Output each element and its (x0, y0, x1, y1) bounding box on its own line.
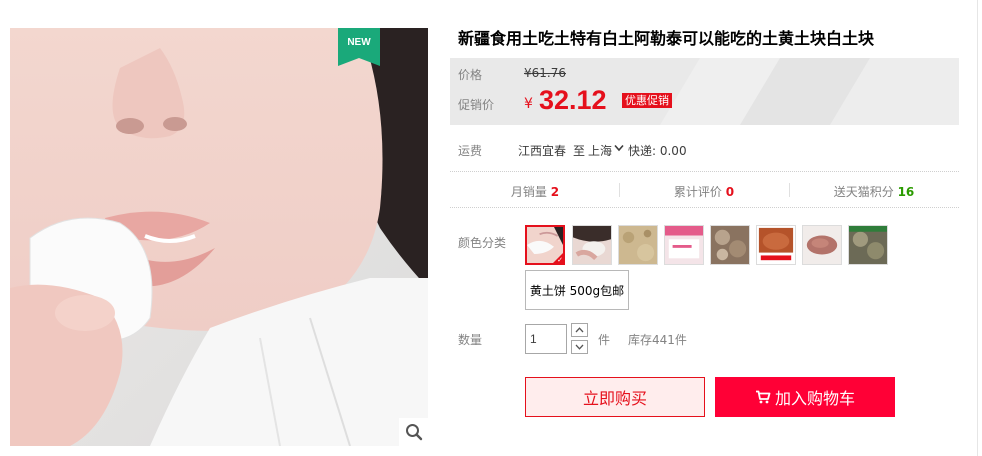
tmall-points: 送天猫积分 16 (833, 185, 915, 199)
stock-count: 库存441件 (628, 333, 687, 347)
main-product-image[interactable] (10, 28, 428, 446)
color-swatch-8[interactable] (848, 225, 888, 265)
page-right-border (977, 0, 978, 456)
promo-price: 32.12 (539, 85, 607, 115)
color-swatch-6[interactable] (756, 225, 796, 265)
quantity-label: 数量 (458, 333, 483, 347)
original-price: ¥61.76 (524, 66, 566, 80)
color-swatch-7[interactable] (802, 225, 842, 265)
ship-from: 江西宜春 (518, 144, 567, 158)
color-swatch-2[interactable] (572, 225, 612, 265)
variant-option[interactable]: 黄土饼 500g包邮 (525, 270, 629, 310)
ship-to-word: 至 (573, 144, 586, 158)
divider (450, 207, 959, 208)
color-option-label: 颜色分类 (458, 236, 507, 250)
chevron-up-icon (575, 327, 584, 333)
shipping-label: 运费 (458, 144, 483, 158)
promo-currency: ¥ (524, 96, 533, 112)
buy-now-button[interactable]: 立即购买 (525, 377, 705, 417)
new-badge-label: NEW (347, 37, 371, 48)
monthly-sales: 月销量 2 (510, 185, 560, 199)
color-swatch-3[interactable] (618, 225, 658, 265)
quantity-unit: 件 (598, 333, 611, 347)
product-title: 新疆食用土吃土特有白土阿勒泰可以能吃的土黄土块白土块 (458, 31, 875, 48)
quantity-decrease-button[interactable] (571, 340, 588, 354)
chevron-down-icon[interactable] (614, 144, 624, 152)
review-count[interactable]: 累计评价 0 (619, 183, 789, 200)
add-to-cart-button[interactable]: 加入购物车 (715, 377, 895, 417)
divider (450, 171, 959, 172)
destination-select[interactable]: 上海 (588, 142, 612, 159)
cart-icon (755, 390, 771, 404)
promo-price-label: 促销价 (458, 98, 495, 112)
shipping-fee: 快递: 0.00 (628, 144, 687, 158)
quantity-increase-button[interactable] (571, 323, 588, 337)
quantity-input[interactable] (525, 324, 567, 354)
magnifier-icon (405, 424, 422, 441)
color-swatch-5[interactable] (710, 225, 750, 265)
color-swatch-1[interactable]: ✓ (525, 225, 565, 265)
color-swatch-4[interactable] (664, 225, 704, 265)
new-badge: NEW (338, 28, 380, 66)
price-panel: 价格 ¥61.76 促销价 ¥ 32.12 优惠促销 (450, 58, 959, 125)
chevron-down-icon (575, 344, 584, 350)
buy-now-label: 立即购买 (582, 389, 647, 408)
promo-tag: 优惠促销 (622, 93, 672, 108)
price-label: 价格 (458, 68, 483, 82)
zoom-button[interactable] (399, 418, 428, 446)
add-to-cart-label: 加入购物车 (774, 389, 855, 408)
